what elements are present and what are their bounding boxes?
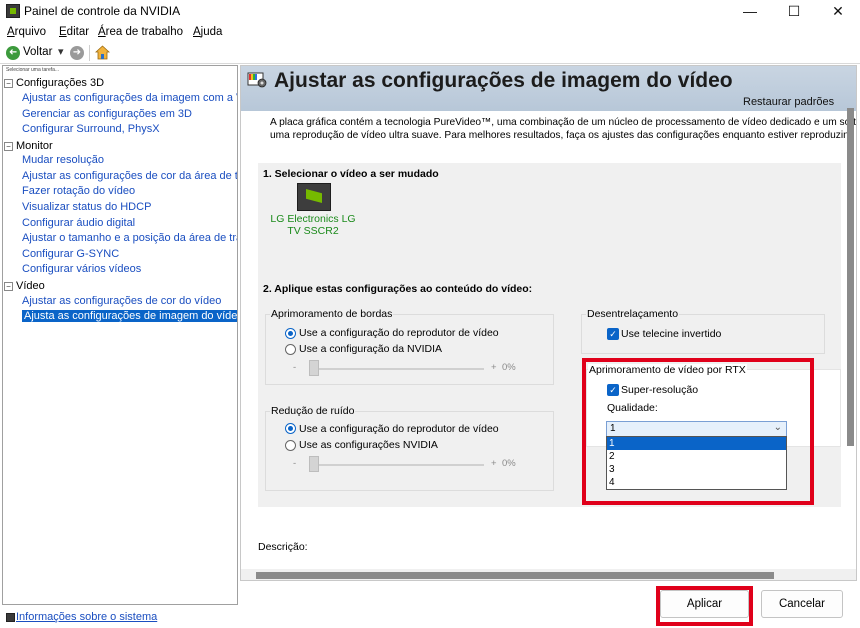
- menu-bar: Arquivo Editar Área de trabalho Ajuda: [0, 24, 860, 42]
- noise-slider-plus: +: [491, 458, 497, 469]
- edge-option-player[interactable]: Use a configuração do reprodutor de víde…: [299, 327, 499, 339]
- noise-slider-thumb[interactable]: [309, 456, 319, 472]
- noise-option-nvidia[interactable]: Use as configurações NVIDIA: [299, 439, 438, 451]
- system-info-icon: [6, 613, 15, 622]
- rtx-highlight-box: [582, 358, 814, 505]
- toolbar-divider: [89, 45, 90, 61]
- deinterlace-label: Desentrelaçamento: [586, 308, 680, 320]
- category-3d-settings[interactable]: − Configurações 3D: [4, 77, 104, 89]
- menu-arquivo[interactable]: Arquivo: [7, 26, 46, 38]
- task-mudar-resolucao[interactable]: Mudar resolução: [22, 154, 104, 166]
- edge-slider-track[interactable]: [309, 368, 484, 370]
- task-ajustar-imagem-visualizacao[interactable]: Ajustar as configurações da imagem com a…: [22, 92, 237, 104]
- cancel-button[interactable]: Cancelar: [761, 590, 843, 618]
- category-video[interactable]: − Vídeo: [4, 280, 45, 292]
- back-label: Voltar: [23, 46, 53, 58]
- window-title: Painel de controle da NVIDIA: [24, 4, 181, 18]
- toolbar: ➜ Voltar ▾ ➜: [0, 42, 860, 64]
- edge-slider-value: 0%: [502, 362, 516, 373]
- telecine-checkbox[interactable]: ✓: [607, 328, 619, 340]
- telecine-label[interactable]: Use telecine invertido: [621, 328, 721, 340]
- collapse-icon[interactable]: −: [4, 141, 13, 151]
- home-icon: [94, 45, 111, 60]
- close-button[interactable]: ✕: [816, 0, 860, 22]
- noise-slider-min: -: [293, 458, 297, 469]
- section-2-heading: 2. Aplique estas configurações ao conteú…: [263, 283, 533, 295]
- edge-slider-plus: +: [491, 362, 497, 373]
- task-status-hdcp[interactable]: Visualizar status do HDCP: [22, 201, 151, 213]
- system-info-link[interactable]: Informações sobre o sistema: [16, 611, 157, 623]
- task-audio-digital[interactable]: Configurar áudio digital: [22, 217, 135, 229]
- noise-slider-value: 0%: [502, 458, 516, 469]
- horizontal-scrollbar[interactable]: [241, 569, 856, 580]
- collapse-icon[interactable]: −: [4, 78, 13, 88]
- edge-slider-min: -: [293, 362, 297, 373]
- page-header: Ajustar as configurações de imagem do ví…: [241, 66, 856, 111]
- menu-area-de-trabalho[interactable]: Área de trabalho: [98, 26, 183, 38]
- history-dropdown-icon[interactable]: ▾: [58, 45, 64, 58]
- menu-editar[interactable]: Editar: [59, 26, 89, 38]
- category-monitor[interactable]: − Monitor: [4, 140, 53, 152]
- video-settings-icon: [247, 72, 267, 88]
- edge-radio-nvidia[interactable]: [285, 344, 296, 355]
- collapse-icon[interactable]: −: [4, 281, 13, 291]
- display-icon[interactable]: [297, 183, 331, 211]
- noise-reduction-label: Redução de ruído: [270, 405, 356, 417]
- edge-radio-player[interactable]: [285, 328, 296, 339]
- noise-slider-track[interactable]: [309, 464, 484, 466]
- maximize-button[interactable]: ☐: [772, 0, 816, 22]
- title-bar: Painel de controle da NVIDIA — ☐ ✕: [0, 0, 860, 22]
- display-name[interactable]: LG Electronics LG TV SSCR2: [261, 213, 365, 237]
- vertical-scrollbar[interactable]: [844, 108, 856, 581]
- task-tree: Selecionar uma tarefa... − Configurações …: [2, 65, 238, 605]
- minimize-button[interactable]: —: [728, 0, 772, 22]
- page-title: Ajustar as configurações de imagem do ví…: [274, 69, 733, 92]
- task-varios-videos[interactable]: Configurar vários vídeos: [22, 263, 141, 275]
- task-tree-caption: Selecionar uma tarefa...: [6, 67, 60, 73]
- noise-option-player[interactable]: Use a configuração do reprodutor de víde…: [299, 423, 499, 435]
- display-name-line-1: LG Electronics LG: [270, 213, 356, 225]
- task-gerenciar-3d[interactable]: Gerenciar as configurações em 3D: [22, 108, 192, 120]
- intro-line-2: uma reprodução de vídeo ultra suave. Par…: [270, 130, 855, 141]
- task-configurar-gsync[interactable]: Configurar G-SYNC: [22, 248, 119, 260]
- forward-arrow-icon[interactable]: ➜: [70, 46, 84, 60]
- task-rotacao-video[interactable]: Fazer rotação do vídeo: [22, 185, 135, 197]
- menu-ajuda[interactable]: Ajuda: [193, 26, 222, 38]
- nvidia-app-icon: [6, 4, 20, 18]
- display-name-line-2: TV SSCR2: [287, 225, 339, 237]
- horizontal-scroll-thumb[interactable]: [256, 572, 774, 579]
- section-1-heading: 1. Selecionar o vídeo a ser mudado: [263, 168, 439, 180]
- apply-highlight-box: [656, 586, 753, 626]
- edge-option-nvidia[interactable]: Use a configuração da NVIDIA: [299, 343, 442, 355]
- edge-slider-thumb[interactable]: [309, 360, 319, 376]
- restore-defaults-link[interactable]: Restaurar padrões: [743, 96, 834, 108]
- intro-line-1: A placa gráfica contém a tecnologia Pure…: [270, 117, 857, 128]
- task-imagem-video-selected[interactable]: Ajusta as configurações de imagem do víd…: [22, 310, 237, 322]
- home-button[interactable]: [94, 45, 111, 60]
- noise-radio-player[interactable]: [285, 423, 296, 434]
- vertical-scroll-thumb[interactable]: [847, 108, 854, 446]
- task-cor-video[interactable]: Ajustar as configurações de cor do vídeo: [22, 295, 221, 307]
- task-configurar-surround[interactable]: Configurar Surround, PhysX: [22, 123, 160, 135]
- task-tamanho-posicao[interactable]: Ajustar o tamanho e a posição da área de…: [22, 232, 237, 244]
- intro-text: A placa gráfica contém a tecnologia Pure…: [270, 116, 857, 142]
- task-ajustar-cor-area[interactable]: Ajustar as configurações de cor da área …: [22, 170, 237, 182]
- description-label: Descrição:: [258, 541, 308, 553]
- edge-enhancement-label: Aprimoramento de bordas: [270, 308, 394, 320]
- back-arrow-icon: ➜: [6, 46, 20, 60]
- noise-radio-nvidia[interactable]: [285, 440, 296, 451]
